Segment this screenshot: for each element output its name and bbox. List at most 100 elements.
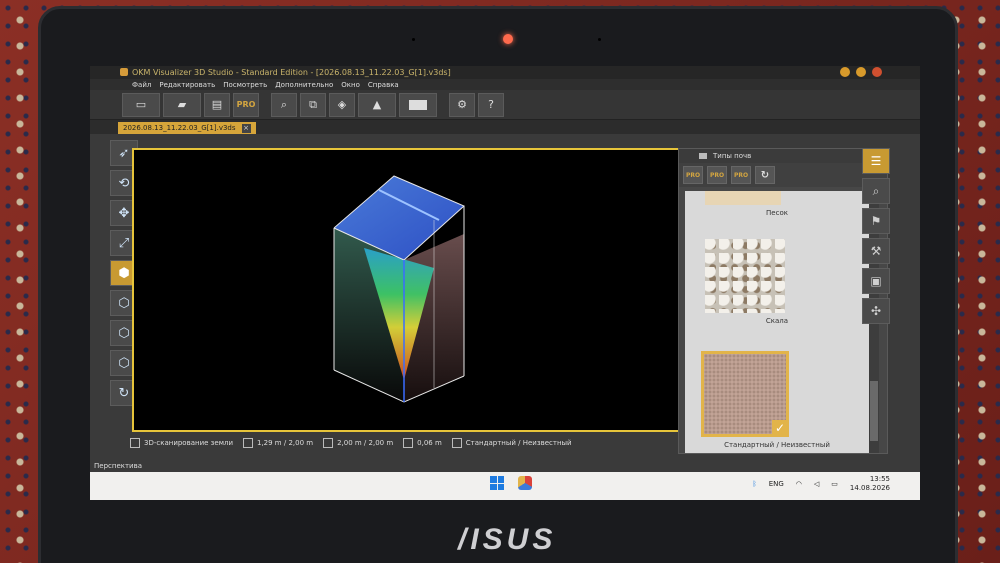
save-icon: ▤ xyxy=(211,98,223,111)
layers-tool[interactable]: ☰ xyxy=(862,148,890,174)
cube-view-button[interactable]: ◈ xyxy=(329,92,355,117)
soil-panel-icon xyxy=(699,153,707,159)
clock[interactable]: 13:55 14.08.2026 xyxy=(850,475,890,493)
soil-label-sand: Песок xyxy=(766,209,788,217)
panel-toolbar: PRO PRO PRO ↻ xyxy=(679,163,887,187)
zoom-area-tool[interactable]: ⌕ xyxy=(862,178,890,204)
battery-icon[interactable]: ▭ xyxy=(831,480,838,488)
window-title: OKM Visualizer 3D Studio - Standard Edit… xyxy=(132,68,451,77)
cube-side-icon: ⬡ xyxy=(118,295,130,311)
help-button[interactable]: ? xyxy=(478,92,504,117)
settings-icon: ⚙ xyxy=(457,98,467,111)
pro-button[interactable]: PRO xyxy=(233,92,259,117)
view-mode-label: Перспектива xyxy=(94,462,143,470)
rock-tile[interactable] xyxy=(705,239,785,313)
new-file-button[interactable]: ▭ xyxy=(122,92,160,117)
soil-types-panel: Типы почв PRO PRO PRO ↻ Песок Скала ✓ Ст… xyxy=(678,148,888,454)
title-bar: OKM Visualizer 3D Studio - Standard Edit… xyxy=(90,66,920,79)
layers-icon: ☰ xyxy=(870,154,882,168)
navigate-icon: ✣ xyxy=(870,304,882,318)
soil-label-rock: Скала xyxy=(765,317,789,325)
cursor-icon: ➶ xyxy=(118,145,130,161)
menu-extra[interactable]: Дополнительно xyxy=(275,81,333,89)
language-indicator[interactable]: ENG xyxy=(769,480,784,488)
window-controls xyxy=(840,67,882,77)
clock-time: 13:55 xyxy=(869,475,890,483)
depth-icon xyxy=(403,438,414,448)
os-taskbar: ᛒ ENG ◠ ◁ ▭ 13:55 14.08.2026 xyxy=(90,472,920,500)
cube-iso-icon: ⬡ xyxy=(118,355,130,371)
pro-tool-2[interactable]: PRO xyxy=(707,166,727,184)
open-folder-icon: ▰ xyxy=(177,98,187,111)
toolbar: ▭ ▰ ▤ PRO ⌕ ⧉ ◈ ▲ ⚙ ? xyxy=(90,90,920,120)
reset-view-icon: ↻ xyxy=(118,385,130,401)
sand-tile[interactable] xyxy=(705,191,781,205)
standard-tile[interactable]: ✓ xyxy=(701,351,789,437)
maximize-button[interactable] xyxy=(856,67,866,77)
document-tab[interactable]: 2026.08.13_11.22.03_G[1].v3ds × xyxy=(118,122,256,134)
measure-icon: ⚒ xyxy=(870,244,882,258)
screenshot-icon: ▣ xyxy=(870,274,882,288)
measure-tool[interactable]: ⚒ xyxy=(862,238,890,264)
soil-list: Песок Скала ✓ Стандартный / Неизвестный xyxy=(685,191,869,453)
menu-file[interactable]: Файл xyxy=(132,81,151,89)
export-icon: ⧉ xyxy=(309,97,317,111)
status-bar: 3D-сканирование земли 1,29 m / 2,00 m 2,… xyxy=(130,434,686,452)
bluetooth-icon[interactable]: ᛒ xyxy=(752,480,756,488)
document-tab-label: 2026.08.13_11.22.03_G[1].v3ds xyxy=(123,124,236,132)
sensor-dot xyxy=(598,38,601,41)
search-icon: ⌕ xyxy=(280,97,288,111)
scrollbar-thumb[interactable] xyxy=(870,381,878,441)
pro-icon: PRO xyxy=(236,100,256,109)
terrain-icon: ▲ xyxy=(372,98,382,111)
wifi-icon[interactable]: ◠ xyxy=(796,480,802,488)
cube-front-icon: ⬡ xyxy=(118,325,130,341)
panel-title: Типы почв xyxy=(713,152,752,160)
screen: OKM Visualizer 3D Studio - Standard Edit… xyxy=(90,66,920,500)
brand-logo: /ISUS xyxy=(458,523,557,556)
windows-start-icon[interactable] xyxy=(490,476,504,490)
soil-label-standard: Стандартный / Неизвестный xyxy=(724,441,830,449)
close-tab-icon[interactable]: × xyxy=(241,123,251,133)
cube-top-icon: ⬢ xyxy=(118,265,130,281)
bookmark-icon: ⚑ xyxy=(870,214,882,228)
menu-view[interactable]: Посмотреть xyxy=(223,81,267,89)
new-file-icon: ▭ xyxy=(135,98,147,111)
screenshot-tool[interactable]: ▣ xyxy=(862,268,890,294)
sensor-dot xyxy=(412,38,415,41)
save-button[interactable]: ▤ xyxy=(204,92,230,117)
menu-help[interactable]: Справка xyxy=(368,81,399,89)
system-tray: ᛒ ENG ◠ ◁ ▭ 13:55 14.08.2026 xyxy=(752,475,890,493)
pro-tool-1[interactable]: PRO xyxy=(683,166,703,184)
help-icon: ? xyxy=(488,98,494,111)
menu-edit[interactable]: Редактировать xyxy=(159,81,215,89)
color-palette-icon xyxy=(409,99,427,110)
color-palette-button[interactable] xyxy=(399,92,437,117)
document-tab-row: 2026.08.13_11.22.03_G[1].v3ds × xyxy=(90,120,920,134)
soil-icon xyxy=(451,438,462,448)
zoom-icon: ⤢ xyxy=(118,235,130,251)
menu-bar: Файл Редактировать Посмотреть Дополнител… xyxy=(90,79,920,90)
export-button[interactable]: ⧉ xyxy=(300,92,326,117)
cube-view-icon: ◈ xyxy=(337,98,347,111)
navigate-tool[interactable]: ✣ xyxy=(862,298,890,324)
search-button[interactable]: ⌕ xyxy=(271,92,297,117)
bookmark-tool[interactable]: ⚑ xyxy=(862,208,890,234)
terrain-button[interactable]: ▲ xyxy=(358,92,396,117)
zoom-area-icon: ⌕ xyxy=(872,183,880,198)
open-folder-button[interactable]: ▰ xyxy=(163,92,201,117)
scan-mode-icon xyxy=(130,438,140,448)
scan-visualization xyxy=(333,175,465,403)
close-button[interactable] xyxy=(872,67,882,77)
status-soil: Стандартный / Неизвестный xyxy=(451,438,572,448)
status-depth: 0,06 m xyxy=(403,438,442,448)
settings-button[interactable]: ⚙ xyxy=(449,92,475,117)
volume-icon[interactable]: ◁ xyxy=(814,480,819,488)
3d-viewport[interactable] xyxy=(132,148,684,432)
refresh-button[interactable]: ↻ xyxy=(755,166,775,184)
minimize-button[interactable] xyxy=(840,67,850,77)
menu-window[interactable]: Окно xyxy=(341,81,360,89)
status-dim2: 2,00 m / 2,00 m xyxy=(323,438,393,448)
visualizer-app-icon[interactable] xyxy=(518,476,532,490)
pro-tool-3[interactable]: PRO xyxy=(731,166,751,184)
